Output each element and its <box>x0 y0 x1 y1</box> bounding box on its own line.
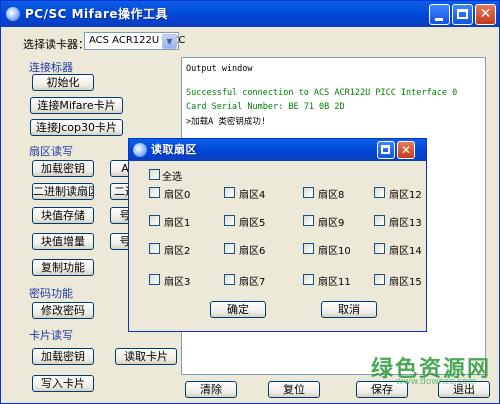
dialog-title-bar[interactable]: 读取扇区 ✕ <box>129 139 426 161</box>
sector-label: 扇区12 <box>389 190 422 201</box>
reader-label: 选择读卡器： <box>23 38 89 51</box>
maximize-icon <box>457 9 468 19</box>
sector-checkbox[interactable] <box>149 274 160 285</box>
sector-checkbox[interactable] <box>224 215 235 226</box>
sector-checkbox[interactable] <box>374 274 385 285</box>
sector-label: 扇区0 <box>164 190 191 201</box>
dialog-close-button[interactable]: ✕ <box>397 141 415 159</box>
write-card-button[interactable]: 写入卡片 <box>32 375 94 392</box>
section-title-connect: 连接标器 <box>29 61 73 74</box>
init-button[interactable]: 初始化 <box>32 74 94 91</box>
sector-checkbox[interactable] <box>303 187 314 198</box>
window-title: PC/SC Mifare操作工具 <box>25 7 169 21</box>
sector-checkbox[interactable] <box>224 187 235 198</box>
load-key-button[interactable]: 加载密钥 <box>32 160 94 177</box>
close-icon: ✕ <box>400 143 412 157</box>
sector-label: 扇区6 <box>239 246 266 257</box>
dialog-maximize-button[interactable] <box>377 141 395 159</box>
maximize-button[interactable] <box>452 4 473 25</box>
clear-button[interactable]: 清除 <box>185 381 237 398</box>
sector-label: 扇区14 <box>389 246 422 257</box>
sector-label: 扇区1 <box>164 218 191 229</box>
sector-label: 扇区13 <box>389 218 422 229</box>
close-button[interactable]: ✕ <box>475 4 496 25</box>
sector-checkbox[interactable] <box>224 243 235 254</box>
reader-select[interactable]: ACS ACR122U PICC ▼ <box>84 32 185 50</box>
select-all-checkbox[interactable] <box>149 169 160 180</box>
sector-label: 扇区2 <box>164 246 191 257</box>
sector-label: 扇区9 <box>318 218 345 229</box>
sector-checkbox[interactable] <box>303 243 314 254</box>
sector-label: 扇区3 <box>164 277 191 288</box>
watermark-url: www.downcc.com <box>396 377 477 387</box>
output-line: Output window <box>186 64 253 74</box>
sector-checkbox[interactable] <box>303 215 314 226</box>
block-store-button[interactable]: 块值存储 <box>32 207 94 224</box>
output-line: Card Serial Number: BE 71 0B 2D <box>186 102 345 112</box>
sector-label: 扇区8 <box>318 190 345 201</box>
sector-checkbox[interactable] <box>303 274 314 285</box>
block-increment-button[interactable]: 块值增量 <box>32 233 94 250</box>
sector-checkbox[interactable] <box>149 215 160 226</box>
connect-mifare-button[interactable]: 连接Mifare卡片 <box>30 97 123 114</box>
sector-label: 扇区7 <box>239 277 266 288</box>
sector-checkbox[interactable] <box>374 187 385 198</box>
output-line: Successful connection to ACS ACR122U PIC… <box>186 88 458 98</box>
app-icon <box>6 7 20 21</box>
sector-checkbox[interactable] <box>374 243 385 254</box>
reset-button[interactable]: 复位 <box>268 381 320 398</box>
section-title-password: 密码功能 <box>29 287 73 300</box>
dialog-cancel-button[interactable]: 取消 <box>321 301 377 318</box>
read-card-button[interactable]: 读取卡片 <box>115 348 177 365</box>
output-line: >加载A 类密钥成功! <box>186 117 266 127</box>
section-title-sector: 扇区读写 <box>29 145 73 158</box>
title-bar[interactable]: PC/SC Mifare操作工具 ✕ <box>1 1 499 27</box>
sector-checkbox[interactable] <box>149 187 160 198</box>
dialog-ok-button[interactable]: 确定 <box>210 301 266 318</box>
sector-checkbox[interactable] <box>149 243 160 254</box>
sector-label: 扇区11 <box>318 277 351 288</box>
reader-select-dropdown[interactable]: ▼ <box>162 34 177 49</box>
minimize-icon <box>435 18 443 21</box>
sector-checkbox[interactable] <box>224 274 235 285</box>
close-icon: ✕ <box>479 6 492 22</box>
card-load-key-button[interactable]: 加载密钥 <box>32 348 94 365</box>
minimize-button[interactable] <box>429 4 450 25</box>
dialog-icon <box>133 143 147 157</box>
chevron-down-icon: ▼ <box>166 37 173 46</box>
sector-label: 扇区10 <box>318 246 351 257</box>
connect-jcop-button[interactable]: 连接Jcop30卡片 <box>30 119 123 136</box>
sector-label: 扇区4 <box>239 190 266 201</box>
sector-label: 扇区5 <box>239 218 266 229</box>
maximize-icon <box>381 145 390 154</box>
change-password-button[interactable]: 修改密码 <box>32 302 94 319</box>
binary-read-sector-button[interactable]: 二进制读扇区 <box>32 183 94 200</box>
sector-checkbox[interactable] <box>374 215 385 226</box>
read-sector-dialog: 读取扇区 ✕ 全选 扇区0 扇区1 扇区2 扇区3 扇区4 扇区5 扇区6 扇区… <box>128 138 427 332</box>
sector-label: 扇区15 <box>389 277 422 288</box>
main-window: PC/SC Mifare操作工具 ✕ 选择读卡器： ACS ACR122U PI… <box>0 0 500 404</box>
section-title-card: 卡片读写 <box>29 329 73 342</box>
select-all-label: 全选 <box>162 172 182 183</box>
dialog-title: 读取扇区 <box>151 143 197 156</box>
copy-function-button[interactable]: 复制功能 <box>32 259 94 276</box>
